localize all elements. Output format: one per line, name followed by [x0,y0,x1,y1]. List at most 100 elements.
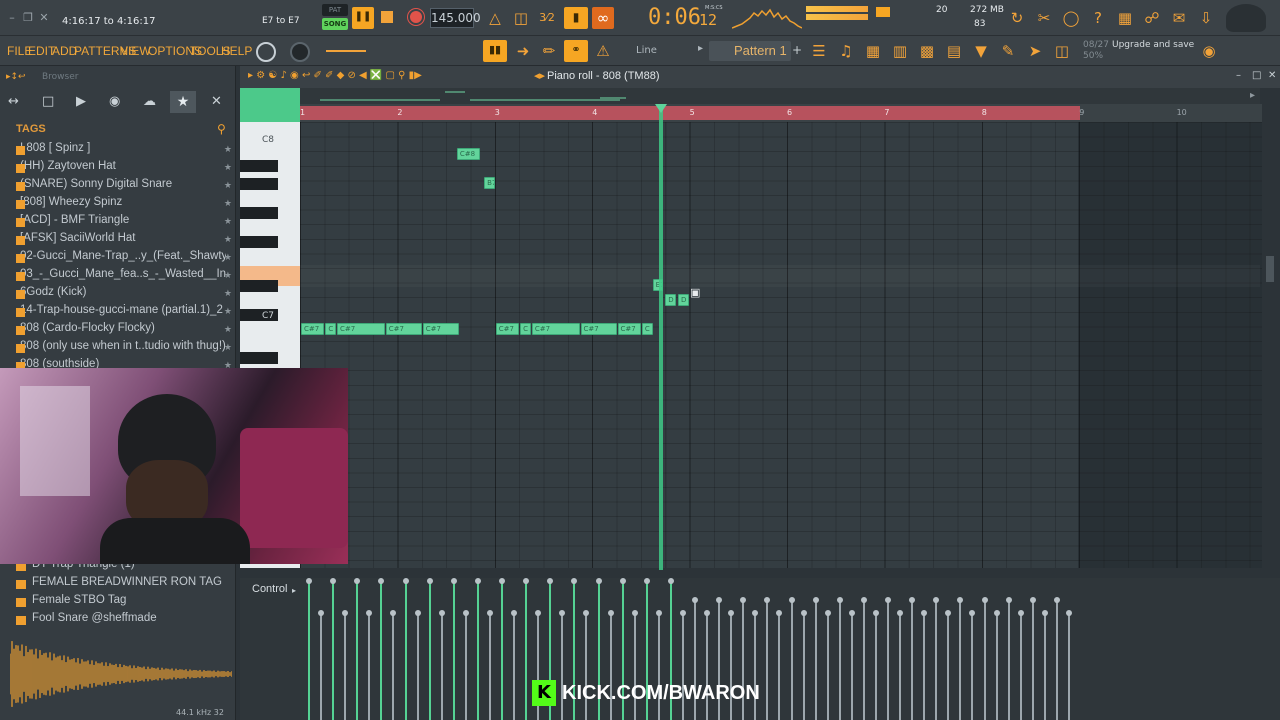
piano-roll-view-icon[interactable]: ▮▮ [483,40,507,62]
velocity-handle[interactable] [450,578,457,584]
close-icon[interactable]: ✕ [38,12,50,24]
velocity-bar[interactable] [814,600,817,720]
velocity-handle[interactable] [631,610,638,616]
favorite-star-icon[interactable]: ★ [224,307,232,317]
horizontal-scrollbar[interactable] [300,88,1260,104]
master-slider[interactable] [326,50,366,52]
note[interactable]: C#7 [301,322,325,335]
velocity-handle[interactable] [499,578,506,584]
velocity-handle[interactable] [462,610,469,616]
velocity-bar[interactable] [790,600,793,720]
main-volume-knob[interactable] [256,42,276,62]
browser-item[interactable]: ! 808 [ Spinz ] [20,142,226,160]
note[interactable]: B7 [484,176,495,189]
velocity-handle[interactable] [595,578,602,584]
velocity-handle[interactable] [836,597,843,603]
browser-item[interactable]: 14-Trap-house-gucci-mane (partial.1)_2 [20,304,226,322]
menu-view[interactable]: VIEW [120,44,151,58]
velocity-bar[interactable] [850,613,853,720]
velocity-bar[interactable] [368,613,371,720]
note[interactable]: C#7 [580,322,617,335]
velocity-bar[interactable] [1068,613,1070,720]
velocity-bar[interactable] [416,613,419,720]
cut-tool-icon[interactable]: ✂ [1033,7,1055,29]
step-edit-icon[interactable]: ▮ [564,7,588,29]
velocity-bar[interactable] [476,580,479,720]
browser-item[interactable]: 03_-_Gucci_Mane_fea..s_-_Wasted__Instr_1 [20,268,226,286]
piano-roll-icon[interactable]: ♫ [835,40,857,62]
browser-item[interactable]: [AFSK] SaciiWorld Hat [20,232,226,250]
minimize-icon[interactable]: – [6,12,18,24]
chat-icon[interactable]: ✉ [1168,7,1190,29]
browser-speaker-icon[interactable]: ▶ [76,94,86,109]
vertical-scrollbar[interactable] [1266,256,1274,282]
browser-search-icon[interactable]: ⚲ [217,122,226,136]
cart-icon[interactable]: ◫ [1051,40,1073,62]
black-key[interactable] [240,352,278,364]
velocity-handle[interactable] [1066,610,1072,616]
wait-input-icon[interactable]: ◫ [510,7,532,29]
velocity-bar[interactable] [874,613,877,720]
control-arrow-icon[interactable]: ▸ [292,586,296,595]
loop-record-icon[interactable]: ∞ [592,7,614,29]
note[interactable]: C#7 [495,322,520,335]
velocity-bar[interactable] [356,580,359,720]
note[interactable]: C#7 [531,322,580,335]
browser-item[interactable]: (HH) Zaytoven Hat [20,160,226,178]
favorite-star-icon[interactable]: ★ [224,163,232,173]
note[interactable]: D [665,293,676,306]
mixer-icon[interactable]: ▥ [889,40,911,62]
velocity-handle[interactable] [692,597,699,603]
black-key[interactable] [240,207,278,219]
pause-button[interactable]: ❚❚ [352,7,374,29]
velocity-handle[interactable] [860,597,867,603]
velocity-handle[interactable] [438,610,445,616]
note[interactable]: C#7 [337,322,385,335]
black-key[interactable] [240,178,278,190]
note[interactable]: C#8 [456,147,481,160]
velocity-bar[interactable] [911,600,914,720]
velocity-bar[interactable] [344,613,347,720]
help-icon[interactable]: ? [1087,7,1109,29]
project-icon[interactable]: ➤ [1024,40,1046,62]
plugin-icon[interactable]: ☍ [1141,7,1163,29]
velocity-bar[interactable] [392,613,395,720]
velocity-handle[interactable] [426,578,433,584]
velocity-bar[interactable] [1007,600,1010,720]
velocity-handle[interactable] [981,597,988,603]
piano-roll-tools-icon[interactable]: ▸ ⚙ ☯ ♪ ◉ ↩ ✐ ✐ ◆ ⊘ ◀ ❎ ▢ ⚲ ▮▶ [248,70,422,81]
velocity-bar[interactable] [971,613,974,720]
velocity-handle[interactable] [667,578,674,584]
control-label[interactable]: Control [252,583,287,595]
browser-icon[interactable]: ▤ [943,40,965,62]
browser-item[interactable]: 808 (Cardo-Flocky Flocky) [20,322,226,340]
velocity-handle[interactable] [1041,610,1048,616]
favorite-star-icon[interactable]: ★ [224,235,232,245]
browser-item[interactable]: Fool Snare @sheffmade [32,612,222,630]
favorite-star-icon[interactable]: ★ [224,145,232,155]
velocity-bar[interactable] [802,613,805,720]
velocity-handle[interactable] [619,578,626,584]
favorite-star-icon[interactable]: ★ [224,325,232,335]
velocity-handle[interactable] [800,610,807,616]
note[interactable]: C#7 [617,322,641,335]
browser-item[interactable]: [ACD] - BMF Triangle [20,214,226,232]
velocity-bar[interactable] [440,613,443,720]
velocity-bar[interactable] [947,613,950,720]
black-key[interactable] [240,160,278,172]
playhead-marker-icon[interactable] [655,104,667,113]
velocity-bar[interactable] [1031,600,1034,720]
velocity-bar[interactable] [1043,613,1046,720]
metronome-icon[interactable]: △ [484,7,506,29]
piano-roll-minimize-icon[interactable]: – [1236,70,1241,81]
favorite-star-icon[interactable]: ★ [224,253,232,263]
velocity-handle[interactable] [1053,597,1060,603]
velocity-bar[interactable] [778,613,781,720]
velocity-bar[interactable] [308,580,310,720]
browser-globe-icon[interactable]: ◉ [109,94,120,109]
browser-cloud-icon[interactable]: ☁ [143,94,156,109]
stop-button[interactable] [381,11,393,23]
velocity-bar[interactable] [1055,600,1058,720]
arrow-right-icon[interactable]: ➜ [512,40,534,62]
browser-item[interactable]: 02-Gucci_Mane-Trap_..y_(Feat._Shawty_Lo) [20,250,226,268]
